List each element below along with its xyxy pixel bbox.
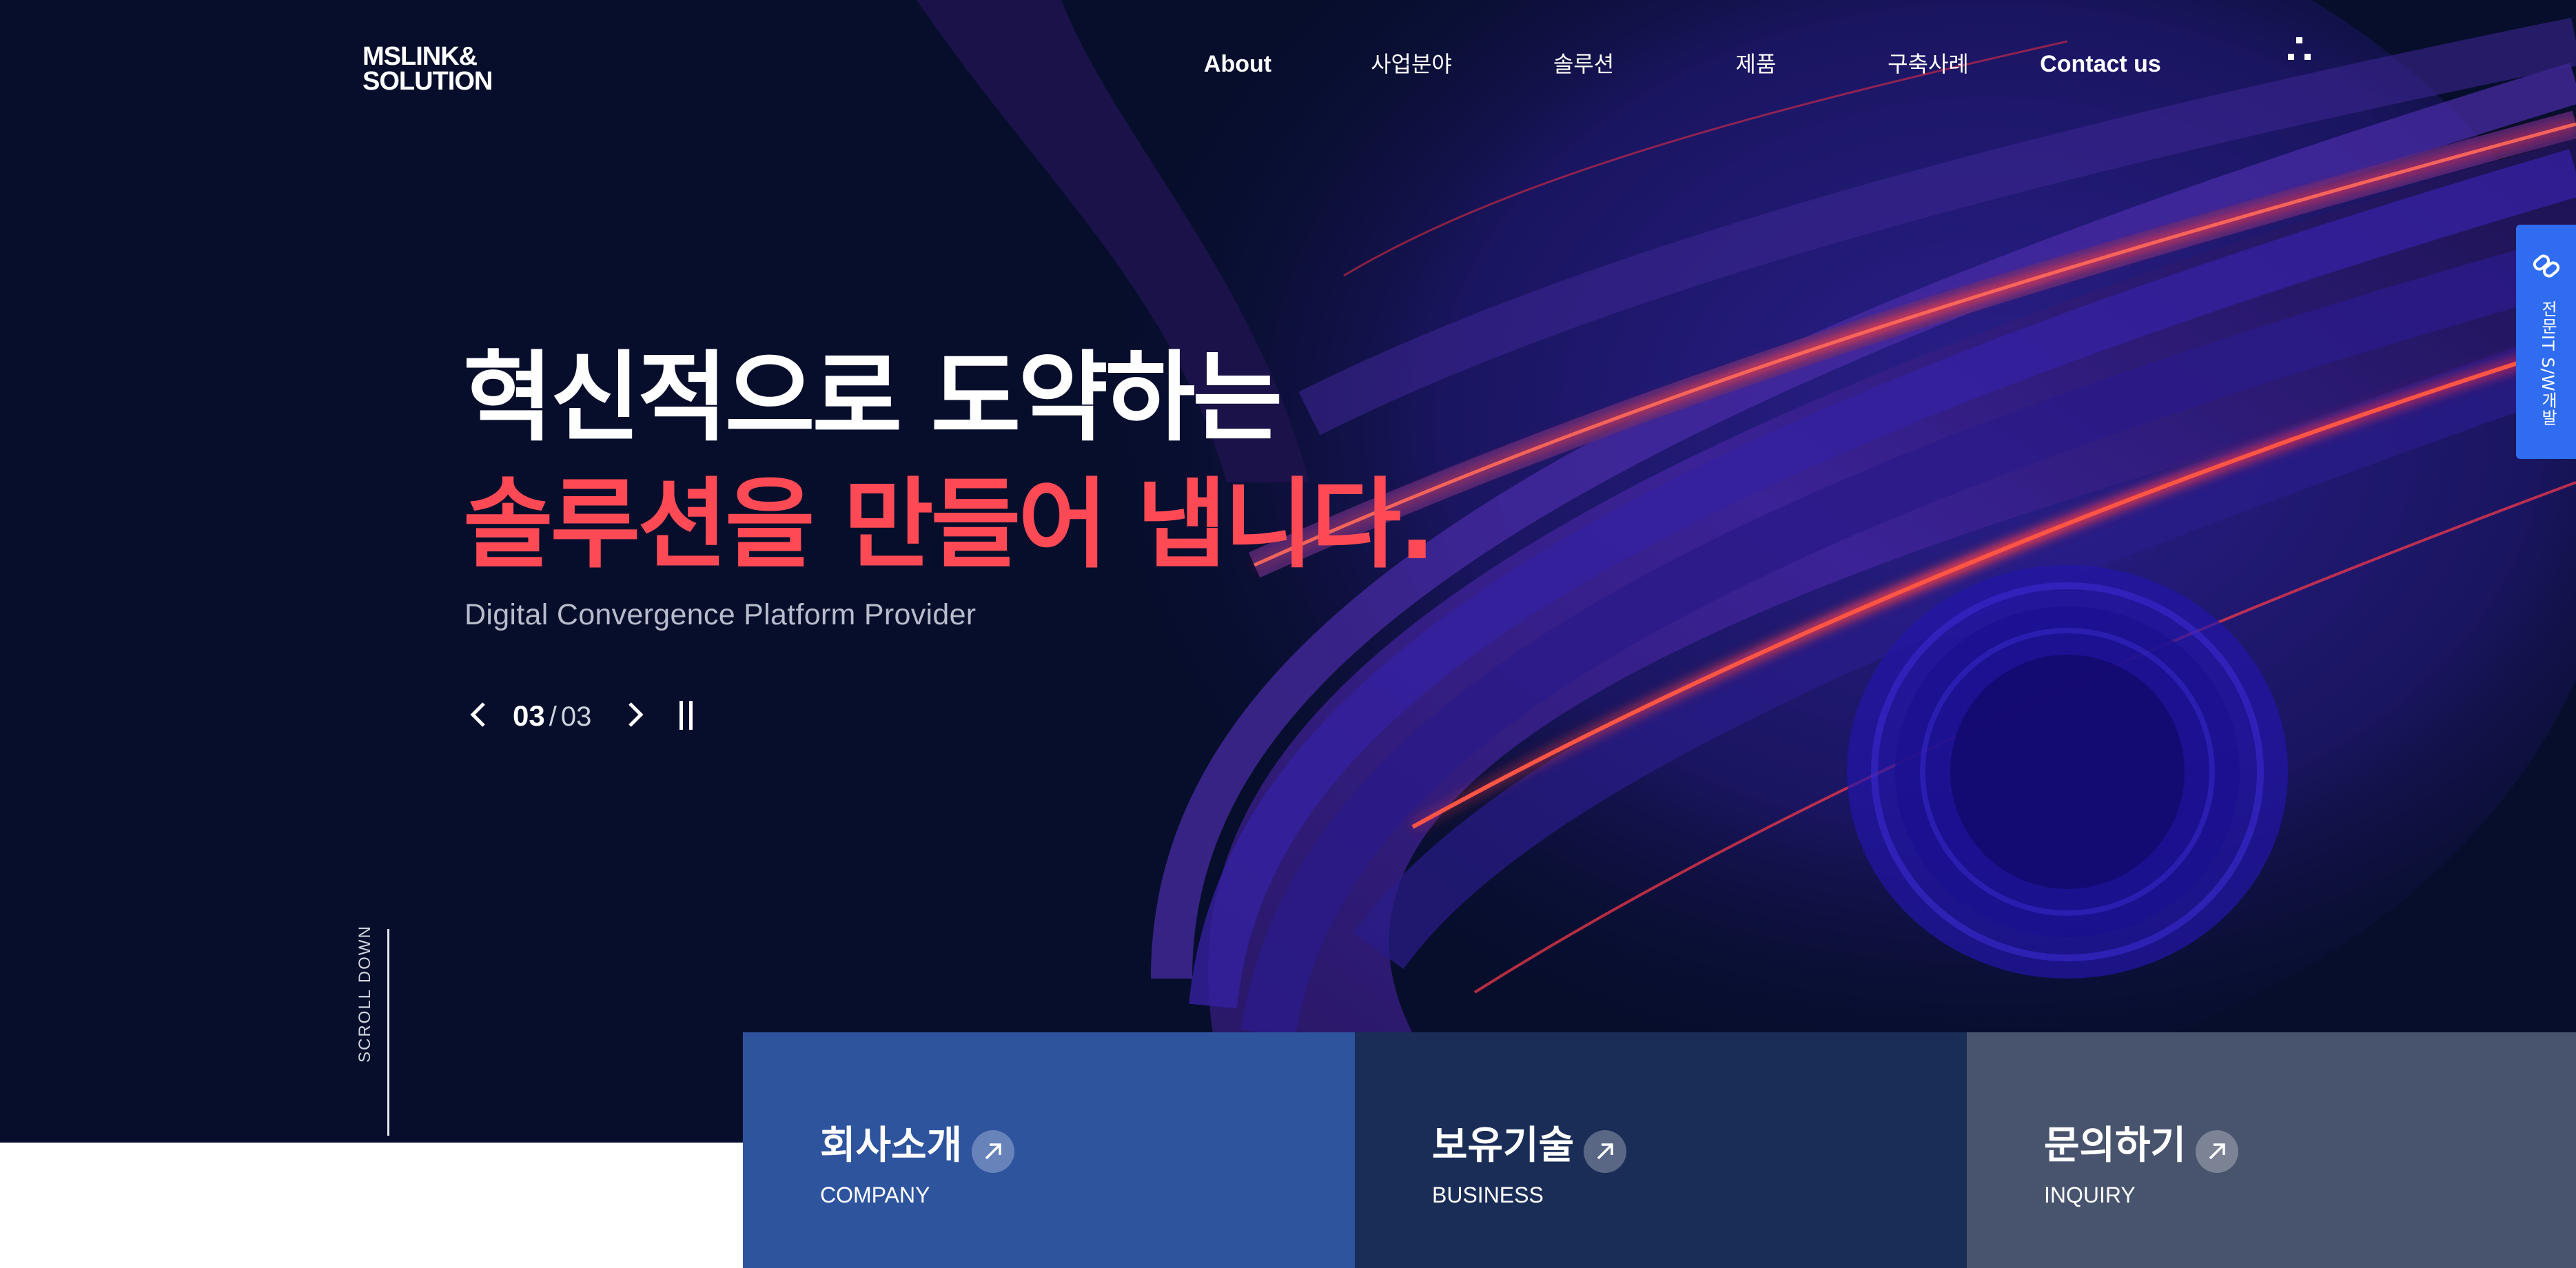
- nav-item-solutions[interactable]: 솔루션: [1501, 47, 1666, 81]
- arrow-up-right-icon: [972, 1130, 1014, 1173]
- hero-headline: 혁신적으로 도약하는 솔루션을 만들어 냅니다.: [463, 335, 1435, 589]
- hero-section: MSLINK& SOLUTION About 사업분야 솔루션 제품 구축사례 …: [0, 0, 2576, 1143]
- slide-total: 03: [560, 702, 592, 732]
- chevron-left-icon[interactable]: [463, 693, 496, 737]
- card-subtitle: INQUIRY: [2044, 1183, 2136, 1207]
- card-title: 문의하기: [2044, 1123, 2187, 1168]
- scroll-down-line: [387, 929, 389, 1136]
- quick-links: 회사소개 COMPANY 보유기술 BUSINESS 문의하기 INQUIRY: [743, 1032, 2576, 1268]
- card-company[interactable]: 회사소개 COMPANY: [743, 1032, 1355, 1268]
- nav-item-about[interactable]: About: [1155, 47, 1320, 81]
- arrow-up-right-icon: [1584, 1130, 1626, 1173]
- nav-item-contact[interactable]: Contact us: [2018, 47, 2183, 81]
- card-title: 회사소개: [820, 1123, 963, 1168]
- card-business[interactable]: 보유기술 BUSINESS: [1355, 1032, 1967, 1268]
- headline-line-2: 솔루션을 만들어 냅니다.: [463, 468, 1435, 582]
- nav-item-cases[interactable]: 구축사례: [1846, 47, 2011, 81]
- headline-line-1: 혁신적으로 도약하는: [463, 341, 1282, 455]
- side-badge-label: 전문IT S/W개발: [2538, 300, 2557, 427]
- card-title: 보유기술: [1432, 1123, 1575, 1168]
- menu-icon[interactable]: [2287, 33, 2321, 68]
- scroll-down-label: SCROLL DOWN: [356, 925, 374, 1063]
- card-inquiry[interactable]: 문의하기 INQUIRY: [1967, 1032, 2576, 1268]
- card-subtitle: BUSINESS: [1432, 1183, 1544, 1207]
- link-icon: [2533, 254, 2560, 278]
- main-nav: About 사업분야 솔루션 제품 구축사례 Contact us: [0, 47, 2576, 81]
- arrow-up-right-icon: [2196, 1130, 2238, 1173]
- slide-pager: 03/03: [513, 699, 591, 733]
- nav-item-business[interactable]: 사업분야: [1329, 47, 1494, 81]
- slide-current: 03: [513, 699, 545, 732]
- hero-subtitle: Digital Convergence Platform Provider: [464, 598, 977, 631]
- nav-item-products[interactable]: 제품: [1673, 47, 1839, 81]
- card-subtitle: COMPANY: [820, 1183, 930, 1207]
- chevron-right-icon[interactable]: [617, 693, 651, 737]
- pause-icon[interactable]: [670, 693, 703, 737]
- side-badge[interactable]: 전문IT S/W개발: [2516, 225, 2576, 459]
- slide-separator: /: [549, 702, 557, 732]
